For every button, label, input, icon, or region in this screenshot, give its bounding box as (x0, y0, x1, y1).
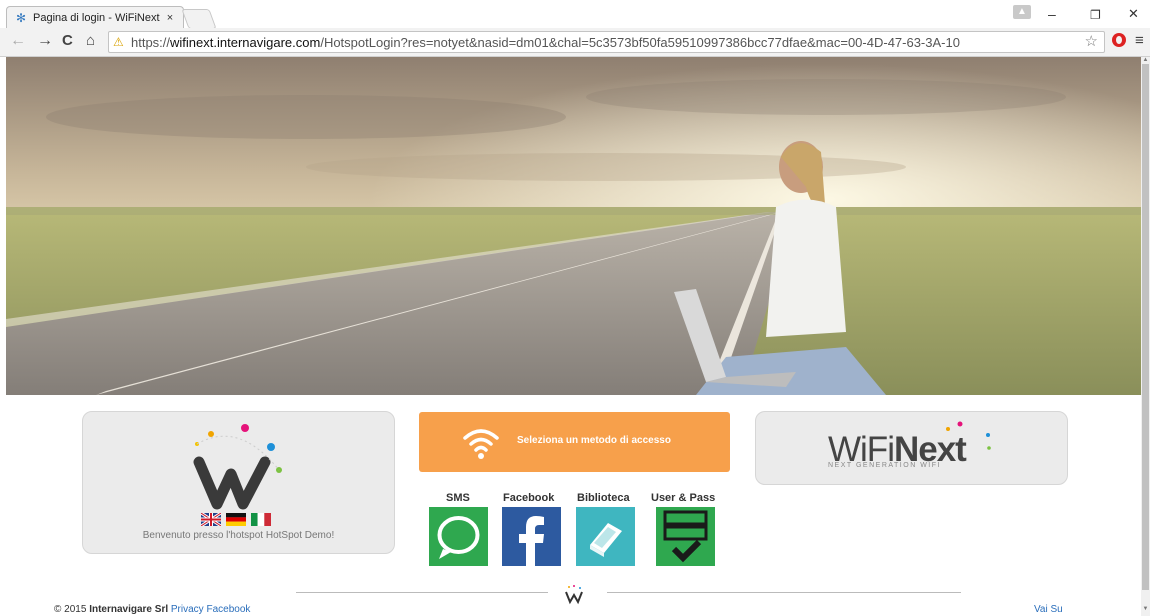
wifinext-brand-card: WiFiNext NEXT GENERATION WIFI (755, 411, 1068, 485)
footer-copyright: © 2015 Internavigare Srl Privacy Faceboo… (54, 604, 251, 615)
library-login-button[interactable] (576, 507, 635, 566)
userpass-method-label: User & Pass (651, 492, 716, 504)
wifinext-w-logo (193, 424, 282, 510)
footer-divider-right (607, 592, 961, 593)
browser-menu-icon[interactable]: ≡ (1135, 32, 1144, 49)
userpass-login-button[interactable] (656, 507, 715, 566)
sms-method-label: SMS (446, 492, 470, 504)
brand-tagline: NEXT GENERATION WIFI (828, 462, 941, 469)
scroll-down-arrow-icon[interactable]: ▼ (1142, 606, 1149, 612)
url-host: wifinext.internavigare.com (170, 34, 321, 50)
browser-tab-bar: ✻ Pagina di login - WiFiNext × ▲ – ❐ ✕ (0, 0, 1150, 29)
reload-icon[interactable]: C (62, 32, 73, 49)
facebook-method-label: Facebook (503, 492, 555, 504)
uk-flag-icon[interactable] (201, 513, 221, 526)
address-bar[interactable]: ⚠ https://wifinext.internavigare.com/Hot… (108, 31, 1105, 53)
company-name: Internavigare Srl (89, 604, 169, 615)
url-scheme: https:// (131, 34, 171, 50)
library-method-label: Biblioteca (577, 492, 630, 504)
profile-icon[interactable]: ▲ (1013, 5, 1031, 19)
restore-icon[interactable]: ❐ (1090, 8, 1101, 22)
privacy-link[interactable]: Privacy (171, 604, 204, 615)
new-tab-button[interactable] (181, 9, 217, 29)
back-icon[interactable]: ← (10, 32, 26, 50)
home-icon[interactable]: ⌂ (86, 32, 95, 49)
wifi-icon (463, 429, 499, 459)
browser-toolbar: ← → C ⌂ ⚠ https://wifinext.internavigare… (0, 28, 1150, 57)
minimize-icon[interactable]: – (1048, 6, 1056, 22)
language-flags (201, 513, 271, 526)
footer-w-logo (565, 585, 583, 605)
url-path: /HotspotLogin?res=notyet&nasid=dm01&chal… (320, 34, 960, 50)
welcome-card: Benvenuto presso l'hotspot HotSpot Demo! (82, 411, 395, 554)
tab-close-icon[interactable]: × (163, 12, 177, 24)
welcome-message: Benvenuto presso l'hotspot HotSpot Demo! (142, 530, 335, 541)
german-flag-icon[interactable] (226, 513, 246, 526)
sms-login-button[interactable] (429, 507, 488, 566)
access-method-label: Seleziona un metodo di accesso (517, 435, 671, 446)
browser-tab[interactable]: ✻ Pagina di login - WiFiNext × (6, 6, 184, 29)
bookmark-star-icon[interactable]: ☆ (1085, 32, 1098, 50)
insecure-lock-icon[interactable]: ⚠ (113, 36, 127, 48)
facebook-link[interactable]: Facebook (206, 604, 250, 615)
footer-divider-left (296, 592, 548, 593)
select-access-method-button[interactable]: Seleziona un metodo di accesso (419, 412, 730, 472)
page-favicon-icon: ✻ (16, 11, 27, 25)
opera-extension-icon[interactable] (1112, 33, 1126, 47)
scroll-up-arrow-icon[interactable]: ▲ (1142, 57, 1149, 63)
brand-dots-icon (946, 421, 991, 450)
forward-icon[interactable]: → (37, 32, 53, 50)
italian-flag-icon[interactable] (251, 513, 271, 526)
back-to-top-link[interactable]: Vai Su (1034, 604, 1063, 615)
hero-banner-image (6, 57, 1141, 395)
facebook-login-button[interactable] (502, 507, 561, 566)
window-close-icon[interactable]: ✕ (1128, 6, 1139, 22)
scrollbar-thumb[interactable] (1142, 64, 1149, 590)
tab-title: Pagina di login - WiFiNext (33, 12, 160, 24)
